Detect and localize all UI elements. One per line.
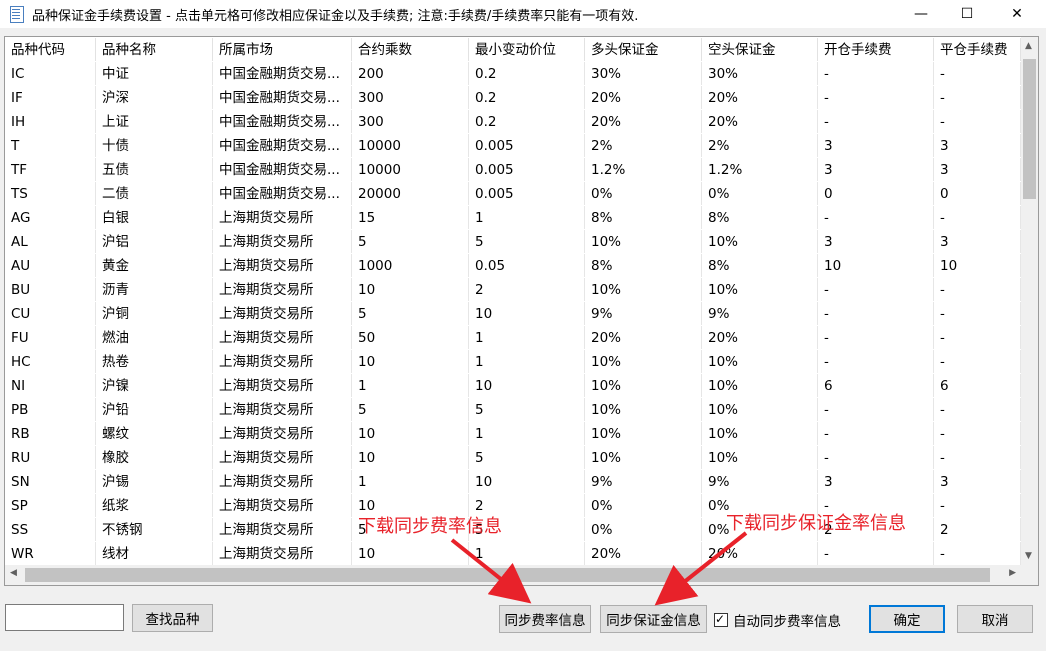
- arrow-to-sync-margin: [654, 531, 748, 606]
- annotation-arrows: [450, 531, 748, 606]
- arrow-to-sync-fee: [450, 538, 532, 604]
